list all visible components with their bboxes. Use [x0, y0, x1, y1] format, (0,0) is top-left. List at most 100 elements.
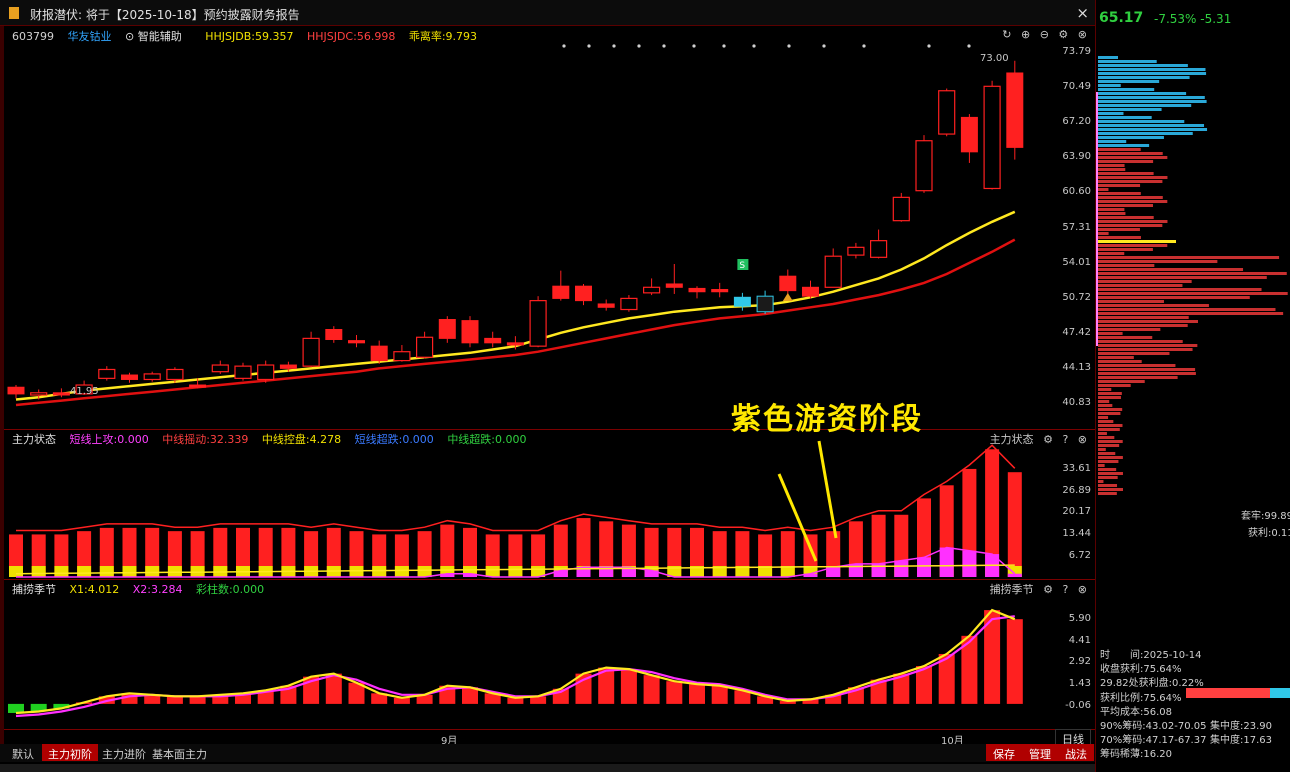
candle-body-down — [370, 345, 388, 362]
price-axis-label: 60.60 — [1062, 186, 1091, 197]
chip-bar — [1098, 80, 1160, 83]
chip-bar — [1098, 408, 1123, 411]
tab-main-advanced[interactable]: 主力进阶 — [96, 744, 152, 761]
top-dot-marker — [927, 44, 931, 48]
buy-signal-marker — [782, 293, 793, 301]
zoom-in-icon[interactable]: ⊕ — [1021, 28, 1030, 41]
zoom-out-icon[interactable]: ⊖ — [1040, 28, 1049, 41]
candle-body-up — [938, 90, 956, 135]
candle-body-down — [348, 340, 365, 344]
tab-fundamental[interactable]: 基本面主力 — [146, 744, 213, 761]
candle-body-up — [234, 365, 252, 379]
candle-body-down — [597, 303, 615, 308]
chip-bar — [1098, 228, 1140, 231]
settings-icon[interactable]: ⚙ — [1043, 583, 1053, 596]
candle-body-down — [484, 337, 502, 344]
panel2-base-bar — [508, 566, 523, 577]
chip-bar — [1098, 372, 1196, 375]
window-title: 财报潜伏: 将于【2025-10-18】预约披露财务报告 — [30, 8, 300, 22]
close-panel-icon[interactable]: ⊗ — [1078, 583, 1087, 596]
price-axis-label: 54.01 — [1062, 257, 1091, 268]
indicator-bias: 乖离率:9.793 — [408, 30, 478, 43]
close-button[interactable]: × — [1076, 4, 1089, 22]
chip-bar — [1098, 244, 1168, 247]
top-dot-marker — [612, 44, 616, 48]
top-dot-marker — [822, 44, 826, 48]
candle-body-down — [802, 286, 819, 297]
top-dot-marker — [752, 44, 756, 48]
chip-bar — [1098, 396, 1121, 399]
stat-conc90: 集中度:23.90 — [1210, 721, 1272, 732]
candle-body-down — [688, 287, 706, 293]
window-titlebar: 财报潜伏: 将于【2025-10-18】预约披露财务报告 × — [0, 0, 1095, 26]
chip-bar — [1098, 432, 1107, 435]
manage-button[interactable]: 管理 — [1022, 744, 1058, 761]
price-axis-label: 67.20 — [1062, 116, 1091, 127]
chip-bar — [1098, 108, 1162, 111]
chip-bar — [1098, 188, 1109, 191]
candle-body-up — [892, 196, 910, 222]
profit-ratio-bar-rest — [1270, 688, 1290, 698]
chart-canvas[interactable]: S — [4, 26, 1095, 746]
stock-code: 603799 — [12, 30, 54, 43]
chip-bar — [1098, 116, 1152, 119]
chip-bar — [1098, 308, 1276, 311]
chip-bar — [1098, 292, 1288, 295]
tactic-button[interactable]: 战法 — [1058, 744, 1094, 761]
panel3-axis-label: 5.90 — [1068, 613, 1091, 624]
panel2-axis-label: 33.61 — [1062, 463, 1091, 474]
stock-name[interactable]: 华友钴业 — [68, 30, 112, 43]
top-dot-marker — [692, 44, 696, 48]
help-icon[interactable]: ? — [1062, 583, 1068, 596]
refresh-icon[interactable]: ↻ — [1002, 28, 1011, 41]
sell-signal-label: S — [739, 261, 745, 271]
chip-bar — [1098, 388, 1112, 391]
chip-distribution-chart[interactable] — [1096, 56, 1290, 516]
panel2-base-bar — [372, 566, 387, 577]
settings-icon[interactable]: ⚙ — [1043, 433, 1053, 446]
chip-bar — [1098, 368, 1196, 371]
panel3-bar — [189, 696, 206, 704]
price-axis-label: 50.72 — [1062, 292, 1091, 303]
chip-bar — [1098, 232, 1109, 235]
chip-profit: 获利:0.11% — [1248, 528, 1290, 539]
candle-body-up — [620, 297, 638, 311]
panel3-name[interactable]: 捕捞季节 — [12, 583, 56, 596]
tab-main-basic[interactable]: 主力初阶 — [42, 744, 98, 761]
panel2-base-bar — [31, 566, 46, 577]
chip-bar — [1098, 92, 1187, 95]
help-icon[interactable]: ? — [1062, 433, 1068, 446]
settings-icon[interactable]: ⚙ — [1058, 28, 1068, 41]
close-panel-icon[interactable]: ⊗ — [1078, 28, 1087, 41]
chip-bar — [1098, 120, 1185, 123]
candle-body-up — [983, 85, 1001, 190]
panel2-axis-label: 26.89 — [1062, 485, 1091, 496]
panel2-tools: 主力状态 ⚙ ? ⊗ — [984, 431, 1087, 447]
chip-bar — [1098, 312, 1284, 315]
panel2-name[interactable]: 主力状态 — [12, 433, 56, 446]
chip-bar — [1098, 84, 1121, 87]
x1-line — [15, 608, 1016, 715]
chip-bar — [1098, 60, 1157, 63]
chip-bar — [1098, 476, 1118, 479]
panel2-base-bar — [417, 566, 432, 577]
candle-body-down — [960, 116, 978, 153]
chip-bar — [1098, 104, 1192, 107]
tab-default[interactable]: 默认 — [6, 744, 40, 761]
candle-body-down — [121, 374, 138, 380]
panel2-short-oversold: 短线超跌:0.000 — [354, 433, 434, 446]
save-button[interactable]: 保存 — [986, 744, 1022, 761]
annotation-arrow — [817, 440, 838, 539]
candle-body-down — [279, 364, 297, 369]
change-percent: -7.53% — [1154, 12, 1197, 26]
chip-bar — [1098, 376, 1178, 379]
top-dot-marker — [967, 44, 971, 48]
assist-toggle[interactable]: ⊙ 智能辅助 — [125, 30, 192, 43]
indicator-hhjsjdb: HHJSJDB:59.357 — [205, 30, 294, 43]
price-axis-label: 73.79 — [1062, 46, 1091, 57]
candle-body-up — [211, 364, 229, 373]
chart-area[interactable]: S 603799 华友钴业 ⊙ 智能辅助 HHJSJDB:59.357 HHJS… — [4, 26, 1095, 749]
close-panel-icon[interactable]: ⊗ — [1078, 433, 1087, 446]
price-axis-label: 57.31 — [1062, 222, 1091, 233]
top-dot-marker — [787, 44, 791, 48]
